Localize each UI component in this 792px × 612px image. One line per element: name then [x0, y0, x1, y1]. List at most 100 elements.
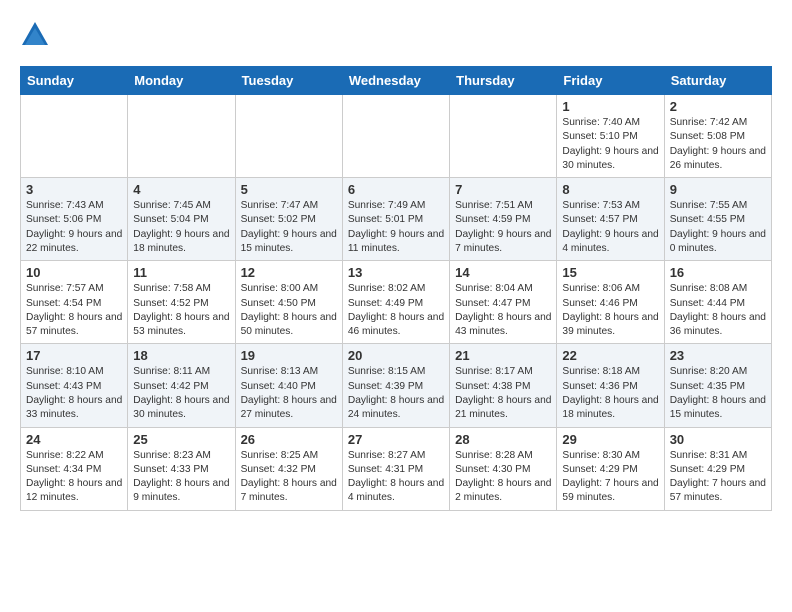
day-info: Sunrise: 8:04 AM Sunset: 4:47 PM Dayligh… — [455, 282, 551, 339]
day-number: 19 — [241, 348, 337, 363]
day-number: 8 — [562, 182, 658, 197]
calendar-cell: 7 Sunrise: 7:51 AM Sunset: 4:59 PM Daylig… — [450, 178, 557, 261]
day-info: Sunrise: 7:51 AM Sunset: 4:59 PM Dayligh… — [455, 199, 551, 256]
day-info: Sunrise: 8:11 AM Sunset: 4:42 PM Dayligh… — [133, 365, 229, 422]
day-number: 29 — [562, 432, 658, 447]
calendar-cell: 1 Sunrise: 7:40 AM Sunset: 5:10 PM Daylig… — [557, 95, 664, 178]
calendar-cell — [235, 95, 342, 178]
day-header-friday: Friday — [557, 67, 664, 95]
day-number: 12 — [241, 265, 337, 280]
day-header-saturday: Saturday — [664, 67, 771, 95]
day-number: 2 — [670, 99, 766, 114]
day-info: Sunrise: 7:47 AM Sunset: 5:02 PM Dayligh… — [241, 199, 337, 256]
day-number: 20 — [348, 348, 444, 363]
calendar-cell — [21, 95, 128, 178]
calendar-cell: 18 Sunrise: 8:11 AM Sunset: 4:42 PM Dayli… — [128, 344, 235, 427]
week-row-5: 24 Sunrise: 8:22 AM Sunset: 4:34 PM Dayli… — [21, 427, 772, 510]
day-info: Sunrise: 8:02 AM Sunset: 4:49 PM Dayligh… — [348, 282, 444, 339]
calendar-cell: 21 Sunrise: 8:17 AM Sunset: 4:38 PM Dayli… — [450, 344, 557, 427]
calendar-cell: 6 Sunrise: 7:49 AM Sunset: 5:01 PM Daylig… — [342, 178, 449, 261]
calendar-cell: 15 Sunrise: 8:06 AM Sunset: 4:46 PM Dayli… — [557, 261, 664, 344]
calendar-cell: 12 Sunrise: 8:00 AM Sunset: 4:50 PM Dayli… — [235, 261, 342, 344]
page-header — [20, 20, 772, 50]
calendar-cell: 26 Sunrise: 8:25 AM Sunset: 4:32 PM Dayli… — [235, 427, 342, 510]
calendar-cell: 5 Sunrise: 7:47 AM Sunset: 5:02 PM Daylig… — [235, 178, 342, 261]
day-header-monday: Monday — [128, 67, 235, 95]
calendar-cell: 27Sunrise: 8:27 AM Sunset: 4:31 PM Dayli… — [342, 427, 449, 510]
day-info: Sunrise: 8:23 AM Sunset: 4:33 PM Dayligh… — [133, 449, 229, 506]
day-info: Sunrise: 8:08 AM Sunset: 4:44 PM Dayligh… — [670, 282, 766, 339]
day-number: 26 — [241, 432, 337, 447]
day-number: 23 — [670, 348, 766, 363]
day-info: Sunrise: 8:13 AM Sunset: 4:40 PM Dayligh… — [241, 365, 337, 422]
calendar-cell: 13Sunrise: 8:02 AM Sunset: 4:49 PM Dayli… — [342, 261, 449, 344]
calendar-cell: 14Sunrise: 8:04 AM Sunset: 4:47 PM Dayli… — [450, 261, 557, 344]
day-number: 22 — [562, 348, 658, 363]
calendar-cell: 22 Sunrise: 8:18 AM Sunset: 4:36 PM Dayli… — [557, 344, 664, 427]
day-info: Sunrise: 8:10 AM Sunset: 4:43 PM Dayligh… — [26, 365, 122, 422]
day-number: 5 — [241, 182, 337, 197]
calendar-cell: 11 Sunrise: 7:58 AM Sunset: 4:52 PM Dayli… — [128, 261, 235, 344]
day-header-tuesday: Tuesday — [235, 67, 342, 95]
day-info: Sunrise: 8:31 AM Sunset: 4:29 PM Dayligh… — [670, 449, 766, 506]
day-number: 9 — [670, 182, 766, 197]
day-info: Sunrise: 7:49 AM Sunset: 5:01 PM Dayligh… — [348, 199, 444, 256]
day-info: Sunrise: 7:42 AM Sunset: 5:08 PM Dayligh… — [670, 116, 766, 173]
calendar-body: 1 Sunrise: 7:40 AM Sunset: 5:10 PM Daylig… — [21, 95, 772, 511]
day-info: Sunrise: 7:40 AM Sunset: 5:10 PM Dayligh… — [562, 116, 658, 173]
day-info: Sunrise: 7:57 AM Sunset: 4:54 PM Dayligh… — [26, 282, 122, 339]
week-row-4: 17 Sunrise: 8:10 AM Sunset: 4:43 PM Dayli… — [21, 344, 772, 427]
day-number: 24 — [26, 432, 122, 447]
day-info: Sunrise: 8:00 AM Sunset: 4:50 PM Dayligh… — [241, 282, 337, 339]
day-number: 4 — [133, 182, 229, 197]
day-number: 18 — [133, 348, 229, 363]
calendar-cell: 17 Sunrise: 8:10 AM Sunset: 4:43 PM Dayli… — [21, 344, 128, 427]
day-header-wednesday: Wednesday — [342, 67, 449, 95]
day-info: Sunrise: 8:20 AM Sunset: 4:35 PM Dayligh… — [670, 365, 766, 422]
day-number: 16 — [670, 265, 766, 280]
day-number: 28 — [455, 432, 551, 447]
day-header-thursday: Thursday — [450, 67, 557, 95]
day-number: 17 — [26, 348, 122, 363]
day-info: Sunrise: 8:25 AM Sunset: 4:32 PM Dayligh… — [241, 449, 337, 506]
week-row-1: 1 Sunrise: 7:40 AM Sunset: 5:10 PM Daylig… — [21, 95, 772, 178]
logo — [20, 20, 52, 50]
calendar-cell: 2 Sunrise: 7:42 AM Sunset: 5:08 PM Daylig… — [664, 95, 771, 178]
calendar-cell: 3Sunrise: 7:43 AM Sunset: 5:06 PM Daylig… — [21, 178, 128, 261]
calendar-cell — [450, 95, 557, 178]
calendar: SundayMondayTuesdayWednesdayThursdayFrid… — [20, 66, 772, 511]
day-info: Sunrise: 7:43 AM Sunset: 5:06 PM Dayligh… — [26, 199, 122, 256]
day-info: Sunrise: 8:17 AM Sunset: 4:38 PM Dayligh… — [455, 365, 551, 422]
day-number: 11 — [133, 265, 229, 280]
day-number: 30 — [670, 432, 766, 447]
day-info: Sunrise: 8:28 AM Sunset: 4:30 PM Dayligh… — [455, 449, 551, 506]
day-info: Sunrise: 8:15 AM Sunset: 4:39 PM Dayligh… — [348, 365, 444, 422]
calendar-cell: 25 Sunrise: 8:23 AM Sunset: 4:33 PM Dayli… — [128, 427, 235, 510]
day-number: 15 — [562, 265, 658, 280]
calendar-cell: 10 Sunrise: 7:57 AM Sunset: 4:54 PM Dayli… — [21, 261, 128, 344]
day-info: Sunrise: 8:18 AM Sunset: 4:36 PM Dayligh… — [562, 365, 658, 422]
day-info: Sunrise: 7:55 AM Sunset: 4:55 PM Dayligh… — [670, 199, 766, 256]
calendar-cell: 16 Sunrise: 8:08 AM Sunset: 4:44 PM Dayli… — [664, 261, 771, 344]
calendar-cell: 9 Sunrise: 7:55 AM Sunset: 4:55 PM Daylig… — [664, 178, 771, 261]
week-row-2: 3Sunrise: 7:43 AM Sunset: 5:06 PM Daylig… — [21, 178, 772, 261]
day-info: Sunrise: 7:58 AM Sunset: 4:52 PM Dayligh… — [133, 282, 229, 339]
calendar-cell: 29Sunrise: 8:30 AM Sunset: 4:29 PM Dayli… — [557, 427, 664, 510]
day-number: 21 — [455, 348, 551, 363]
calendar-cell: 20 Sunrise: 8:15 AM Sunset: 4:39 PM Dayli… — [342, 344, 449, 427]
day-number: 10 — [26, 265, 122, 280]
calendar-cell: 8 Sunrise: 7:53 AM Sunset: 4:57 PM Daylig… — [557, 178, 664, 261]
week-row-3: 10 Sunrise: 7:57 AM Sunset: 4:54 PM Dayli… — [21, 261, 772, 344]
day-info: Sunrise: 7:53 AM Sunset: 4:57 PM Dayligh… — [562, 199, 658, 256]
day-number: 7 — [455, 182, 551, 197]
day-number: 1 — [562, 99, 658, 114]
day-header-sunday: Sunday — [21, 67, 128, 95]
logo-icon — [20, 20, 50, 50]
day-number: 25 — [133, 432, 229, 447]
day-info: Sunrise: 8:06 AM Sunset: 4:46 PM Dayligh… — [562, 282, 658, 339]
day-info: Sunrise: 8:22 AM Sunset: 4:34 PM Dayligh… — [26, 449, 122, 506]
day-info: Sunrise: 8:27 AM Sunset: 4:31 PM Dayligh… — [348, 449, 444, 506]
day-info: Sunrise: 7:45 AM Sunset: 5:04 PM Dayligh… — [133, 199, 229, 256]
day-number: 6 — [348, 182, 444, 197]
calendar-header-row: SundayMondayTuesdayWednesdayThursdayFrid… — [21, 67, 772, 95]
